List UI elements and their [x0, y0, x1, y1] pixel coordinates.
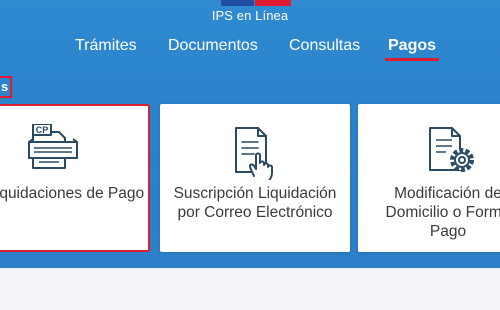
cp-badge-text: CP	[36, 125, 49, 135]
active-nav-underline	[385, 58, 440, 61]
nav-item-documentos[interactable]: Documentos	[168, 37, 258, 55]
breadcrumb[interactable]: s	[0, 76, 12, 98]
payment-document-icon: CP	[25, 123, 81, 181]
document-gear-icon	[426, 124, 478, 181]
main-nav: Trámites Documentos Consultas Pagos	[0, 37, 500, 65]
nav-item-consultas[interactable]: Consultas	[289, 37, 360, 55]
card-suscripcion-liquidacion[interactable]: Suscripción Liquidación por Correo Elect…	[160, 104, 350, 252]
card-modificacion-domicilio[interactable]: Modificación de Domicilio o Forma Pago	[358, 104, 500, 252]
card-label: Suscripción Liquidación por Correo Elect…	[173, 185, 337, 221]
card-label: iquidaciones de Pago	[0, 185, 145, 202]
flag-blue-stripe	[221, 0, 254, 6]
nav-item-tramites[interactable]: Trámites	[75, 37, 137, 55]
page-background	[0, 268, 500, 310]
card-label: Modificación de Domicilio o Forma Pago	[385, 185, 500, 240]
nav-item-pagos-label: Pagos	[388, 37, 437, 54]
document-hand-icon	[232, 124, 280, 185]
nav-item-pagos[interactable]: Pagos	[385, 37, 440, 61]
site-brand[interactable]: IPS en Línea	[0, 8, 500, 23]
card-liquidaciones-de-pago[interactable]: CP iquidaciones de Pago	[0, 104, 150, 252]
hero-banner: IPS en Línea Trámites Documentos Consult…	[0, 0, 500, 268]
flag-red-stripe	[255, 0, 291, 6]
